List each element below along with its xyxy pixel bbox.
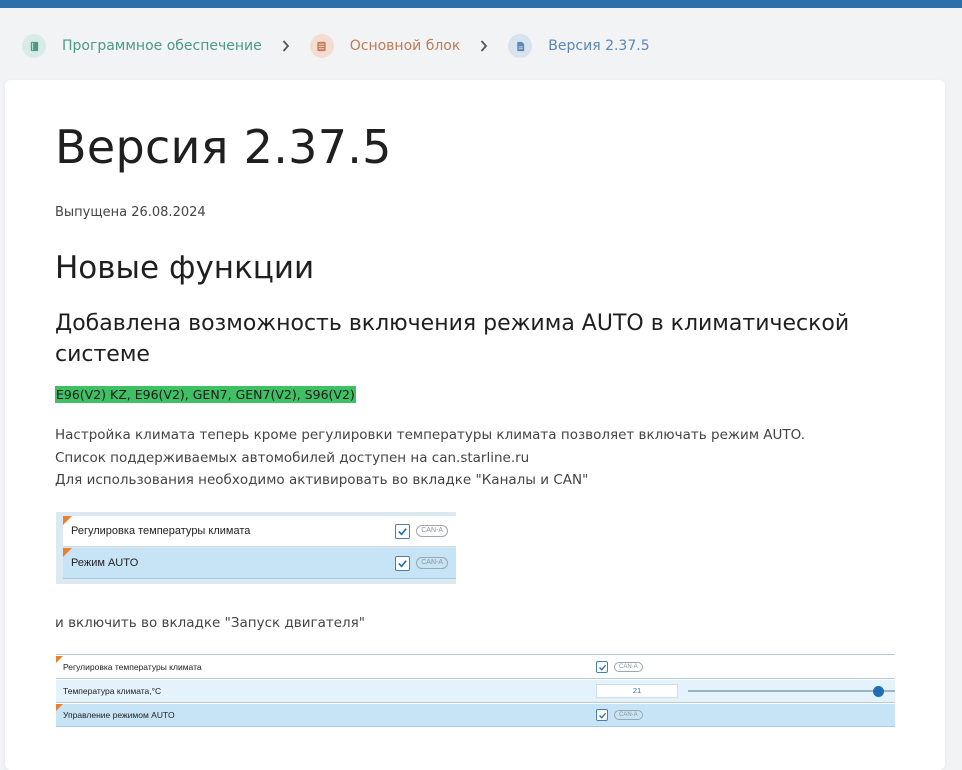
- breadcrumb-label: Версия 2.37.5: [548, 38, 650, 54]
- list-icon: [309, 34, 334, 58]
- setting-label: Режим AUTO: [71, 557, 139, 569]
- setting-label: Регулировка температуры климата: [63, 662, 202, 672]
- breadcrumb-label: Основной блок: [349, 38, 461, 54]
- can-badge: CAN-A: [614, 710, 643, 720]
- document-icon: [508, 34, 533, 58]
- settings-row: Регулировка температуры климата CAN-A: [56, 656, 895, 679]
- section-title: Новые функции: [55, 250, 315, 286]
- settings-row: Регулировка температуры климата CAN-A: [63, 516, 456, 547]
- chevron-right-icon: [262, 40, 310, 52]
- feature-title: Добавлена возможность включения режима A…: [55, 311, 850, 367]
- corner-marker: [56, 704, 63, 711]
- setting-control: CAN-A: [596, 661, 651, 673]
- temperature-slider-thumb: [872, 686, 884, 697]
- can-badge: CAN-A: [416, 557, 448, 569]
- engine-start-screenshot: Регулировка температуры климата CAN-A Те…: [56, 654, 895, 729]
- breadcrumb: Программное обеспечение Основной блок Ве…: [22, 32, 650, 60]
- setting-control: CAN-A: [596, 709, 651, 721]
- breadcrumb-item-version[interactable]: Версия 2.37.5: [508, 34, 650, 58]
- release-date: Выпущена 26.08.2024: [55, 205, 206, 220]
- checkbox-checked-icon: [395, 523, 411, 539]
- book-icon: [22, 34, 46, 58]
- top-bar: [0, 0, 962, 8]
- description-line: Для использования необходимо активироват…: [55, 472, 589, 488]
- page-title: Версия 2.37.5: [55, 120, 392, 174]
- setting-label: Температура климата,°C: [63, 686, 162, 696]
- setting-label: Управление режимом AUTO: [63, 710, 175, 720]
- devices-tag: E96(V2) KZ, E96(V2), GEN7, GEN7(V2), S96…: [55, 386, 356, 403]
- breadcrumb-item-main-unit[interactable]: Основной блок: [309, 34, 461, 58]
- checkbox-checked-icon: [596, 709, 608, 721]
- settings-row: Температура климата,°C 21: [56, 680, 895, 703]
- corner-marker: [56, 656, 63, 663]
- description-line: Настройка климата теперь кроме регулиров…: [55, 427, 806, 466]
- checkbox-checked-icon: [596, 661, 608, 673]
- corner-marker: [63, 516, 72, 525]
- content-card: Версия 2.37.5 Выпущена 26.08.2024 Новые …: [5, 80, 945, 770]
- chevron-right-icon: [460, 40, 508, 52]
- settings-row: Режим AUTO CAN-A: [63, 548, 456, 579]
- checkbox-checked-icon: [395, 555, 411, 571]
- feature-description: Настройка климата теперь кроме регулиров…: [55, 424, 855, 492]
- channels-screenshot: Регулировка температуры климата CAN-A Ре…: [56, 512, 456, 584]
- temperature-slider-track: [688, 690, 895, 692]
- settings-row: Управление режимом AUTO CAN-A: [56, 704, 895, 727]
- breadcrumb-item-software[interactable]: Программное обеспечение: [22, 34, 262, 58]
- setting-label: Регулировка температуры климата: [71, 525, 251, 537]
- temperature-value: 21: [596, 684, 678, 698]
- corner-marker: [63, 548, 72, 557]
- can-badge: CAN-A: [416, 525, 448, 537]
- feature-description-2: и включить во вкладке "Запуск двигателя": [55, 615, 366, 631]
- can-badge: CAN-A: [614, 662, 643, 672]
- breadcrumb-label: Программное обеспечение: [62, 38, 262, 54]
